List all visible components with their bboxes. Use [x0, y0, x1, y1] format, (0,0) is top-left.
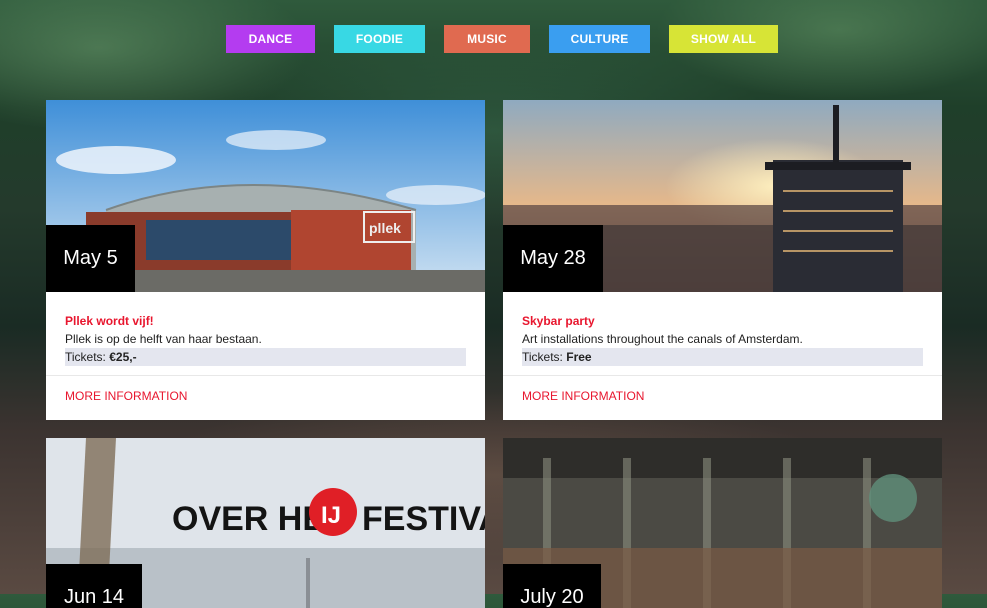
event-image[interactable]: May 28: [503, 100, 942, 292]
filter-music-button[interactable]: MUSIC: [444, 25, 530, 53]
filter-dance-button[interactable]: DANCE: [226, 25, 315, 53]
card-divider: [503, 375, 942, 376]
date-badge: May 5: [46, 225, 135, 292]
event-card: pllek May 5 Pllek wordt vijf! Pllek is o…: [46, 100, 485, 420]
date-badge: July 20: [503, 564, 601, 608]
ticket-info: Tickets: Free: [522, 348, 923, 366]
event-card: May 28 Skybar party Art installations th…: [503, 100, 942, 420]
filter-show-all-button[interactable]: SHOW ALL: [669, 25, 778, 53]
more-information-link[interactable]: MORE INFORMATION: [65, 389, 187, 403]
more-information-link[interactable]: MORE INFORMATION: [522, 389, 644, 403]
ticket-info: Tickets: €25,-: [65, 348, 466, 366]
event-description: Pllek is op de helft van haar bestaan.: [65, 332, 262, 346]
card-divider: [46, 375, 485, 376]
date-badge: Jun 14: [46, 564, 142, 608]
event-description: Art installations throughout the canals …: [522, 332, 803, 346]
event-details: Skybar party Art installations throughou…: [522, 312, 923, 366]
event-title[interactable]: Pllek wordt vijf!: [65, 312, 466, 330]
event-title[interactable]: Skybar party: [522, 312, 923, 330]
filter-culture-button[interactable]: CULTURE: [549, 25, 650, 53]
tickets-price: Free: [566, 350, 592, 364]
filter-foodie-button[interactable]: FOODIE: [334, 25, 425, 53]
date-badge: May 28: [503, 225, 603, 292]
event-image[interactable]: OVER HET IJ FESTIVAL Jun 14: [46, 438, 485, 608]
event-card: OVER HET IJ FESTIVAL Jun 14: [46, 438, 485, 608]
event-image[interactable]: pllek May 5: [46, 100, 485, 292]
category-filter-bar: DANCE FOODIE MUSIC CULTURE SHOW ALL: [0, 25, 987, 53]
event-image[interactable]: July 20: [503, 438, 942, 608]
festival-logo-text: IJ: [321, 502, 341, 529]
tickets-label: Tickets:: [522, 350, 563, 364]
festival-title-right: FESTIVAL: [362, 500, 485, 538]
tickets-label: Tickets:: [65, 350, 106, 364]
event-card: July 20: [503, 438, 942, 608]
event-details: Pllek wordt vijf! Pllek is op de helft v…: [65, 312, 466, 366]
svg-text:pllek: pllek: [369, 220, 401, 236]
tickets-price: €25,-: [109, 350, 137, 364]
